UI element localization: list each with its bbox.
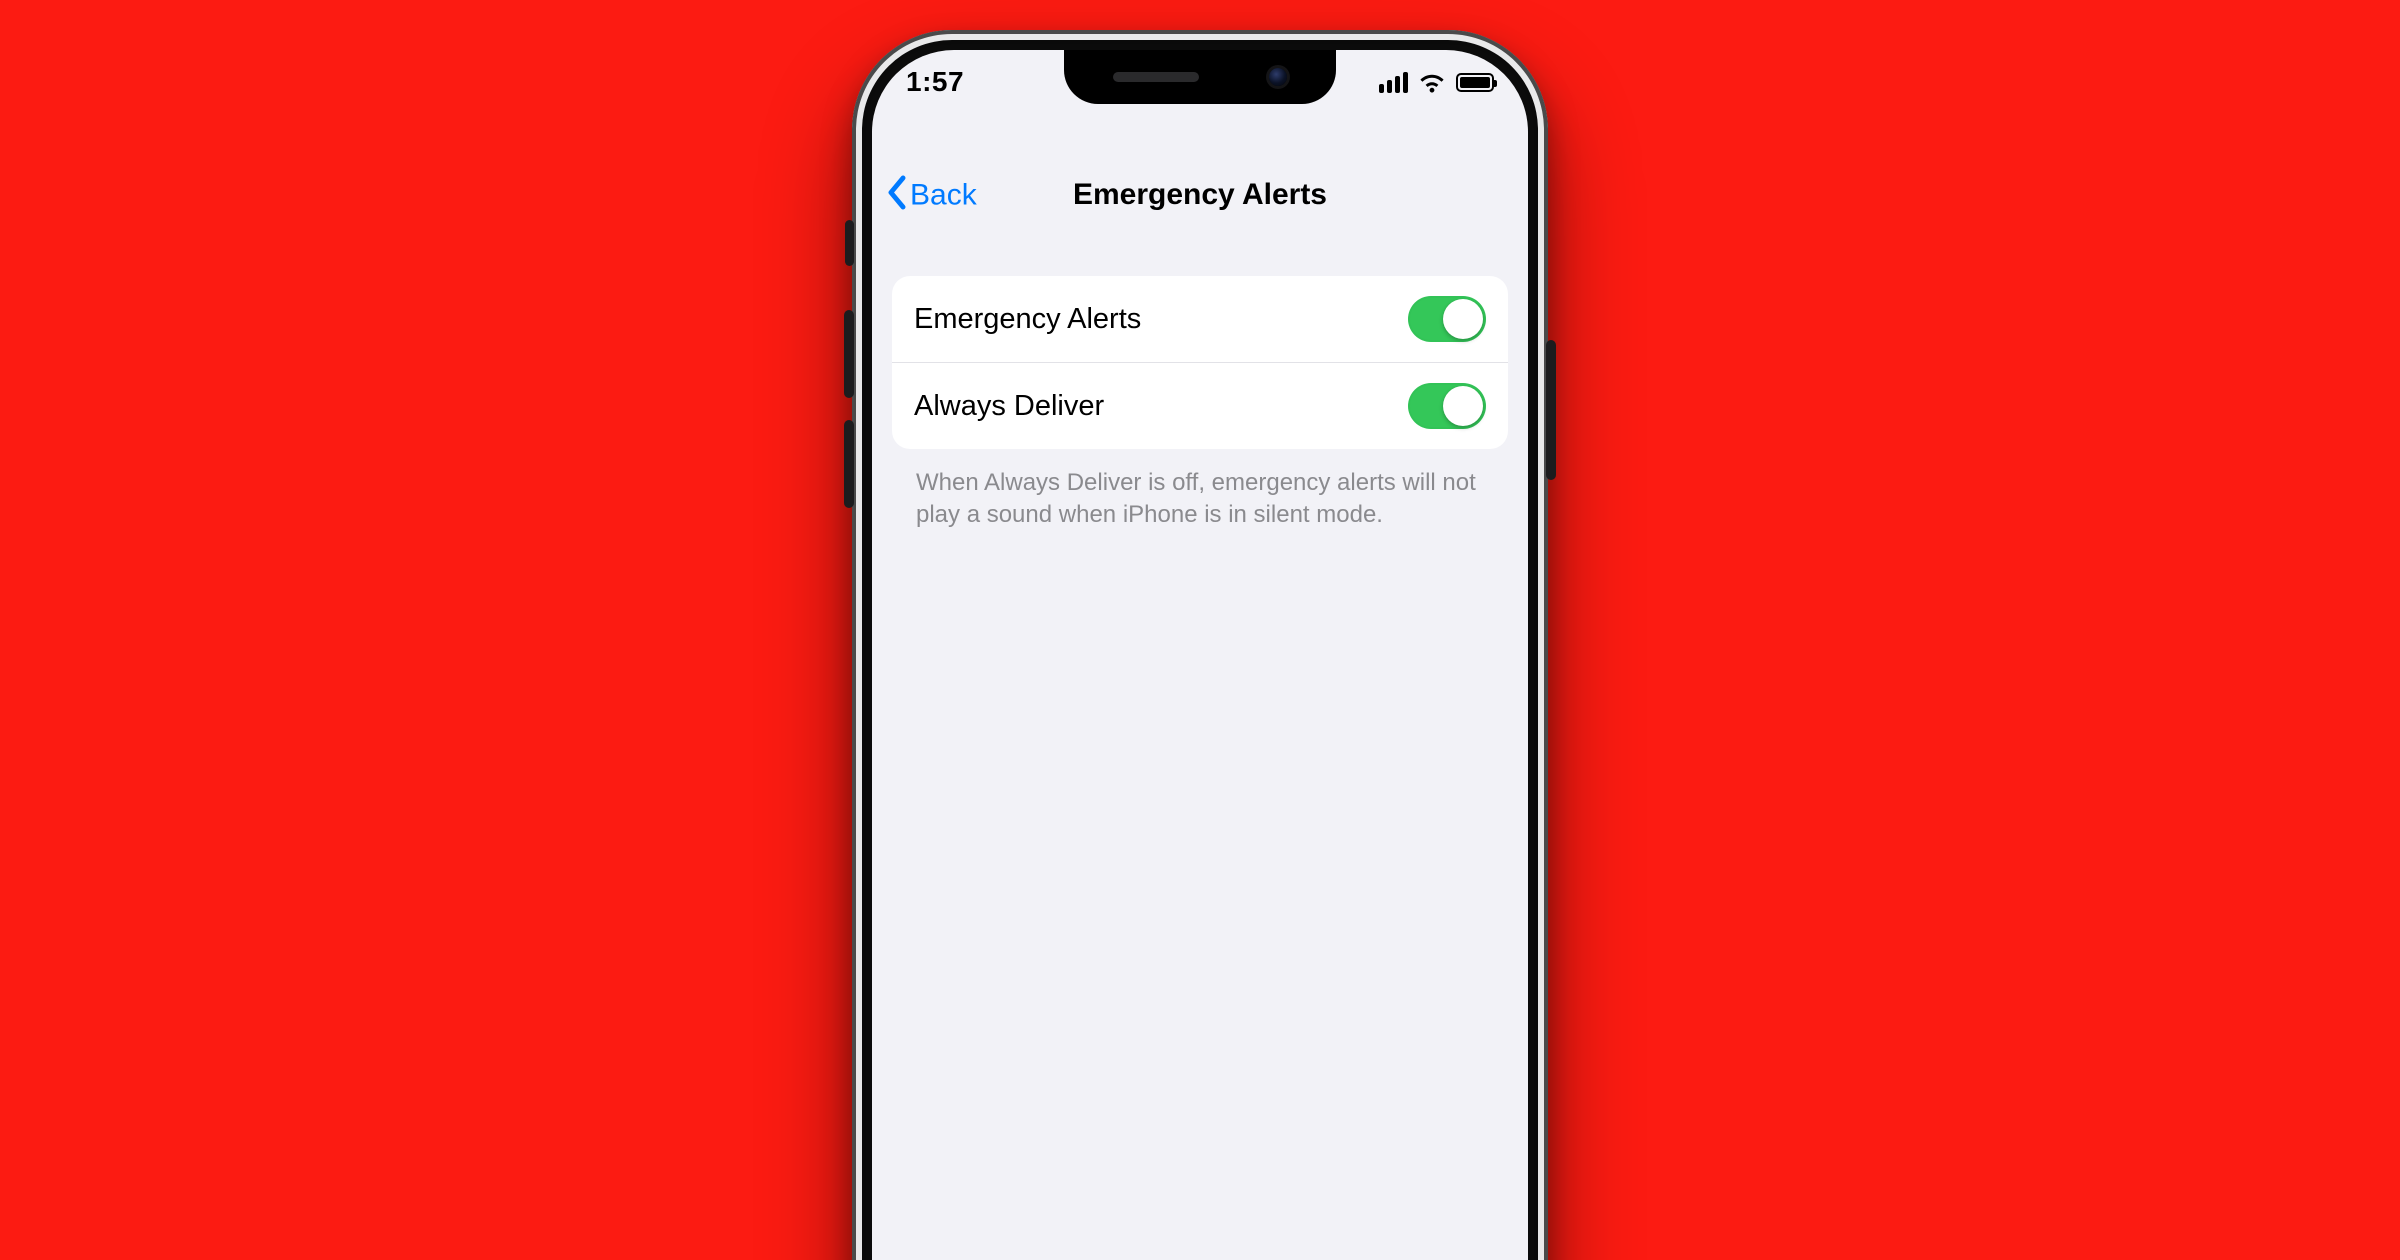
- row-emergency-alerts: Emergency Alerts: [892, 276, 1508, 363]
- back-button[interactable]: Back: [886, 176, 977, 215]
- status-icons: [1379, 72, 1494, 93]
- earpiece-speaker: [1113, 72, 1199, 82]
- row-always-deliver: Always Deliver: [892, 363, 1508, 449]
- battery-icon: [1456, 73, 1494, 92]
- content-area: Emergency Alerts Always Deliver When Alw…: [872, 260, 1528, 530]
- front-camera: [1269, 68, 1287, 86]
- page-title: Emergency Alerts: [1073, 178, 1327, 212]
- side-button-hardware: [1546, 340, 1556, 480]
- navigation-bar: Back Emergency Alerts: [872, 150, 1528, 240]
- wifi-icon: [1418, 72, 1446, 93]
- row-label-always-deliver: Always Deliver: [914, 390, 1104, 423]
- toggle-always-deliver[interactable]: [1408, 383, 1486, 429]
- settings-group: Emergency Alerts Always Deliver: [892, 276, 1508, 449]
- status-time: 1:57: [906, 66, 964, 98]
- volume-down-button-hardware: [844, 420, 854, 508]
- iphone-screen: 1:57: [872, 50, 1528, 1260]
- cellular-signal-icon: [1379, 72, 1408, 93]
- toggle-knob: [1443, 299, 1483, 339]
- group-footer-text: When Always Deliver is off, emergency al…: [892, 449, 1508, 530]
- row-label-emergency-alerts: Emergency Alerts: [914, 303, 1141, 336]
- toggle-emergency-alerts[interactable]: [1408, 296, 1486, 342]
- volume-up-button-hardware: [844, 310, 854, 398]
- toggle-knob: [1443, 386, 1483, 426]
- stage: 1:57: [0, 0, 2400, 1260]
- notch: [1064, 50, 1336, 104]
- chevron-left-icon: [886, 176, 908, 215]
- iphone-device-frame: 1:57: [852, 30, 1548, 1260]
- mute-switch-hardware: [845, 220, 854, 266]
- back-button-label: Back: [910, 178, 977, 212]
